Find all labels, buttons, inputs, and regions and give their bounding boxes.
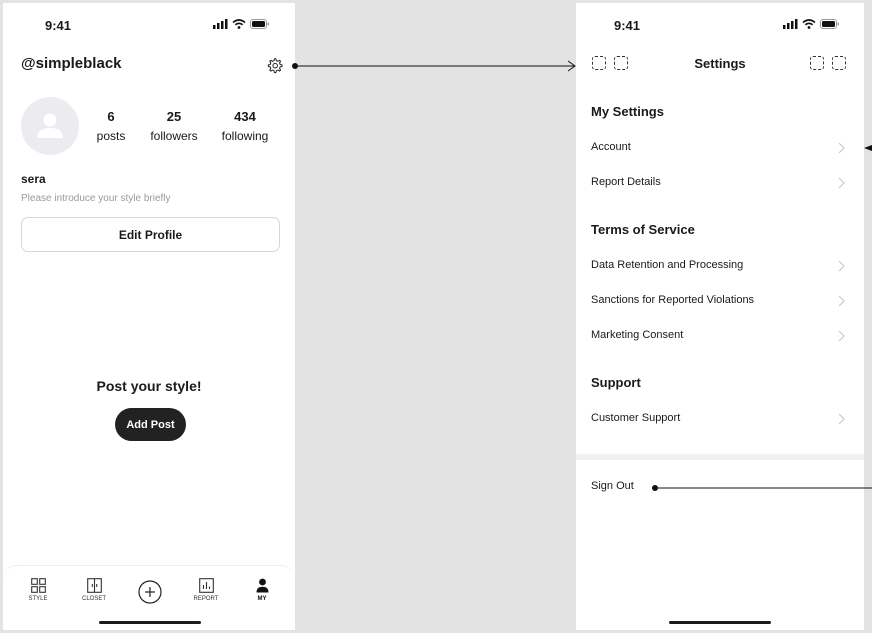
settings-item-label: Marketing Consent [591,329,684,341]
settings-item-account[interactable]: Account [576,131,864,165]
tab-style[interactable]: STYLE [18,578,58,602]
tab-style-label: STYLE [28,596,48,602]
settings-item-label: Customer Support [591,412,681,424]
status-time: 9:41 [614,18,641,33]
placeholder-icon[interactable] [832,56,846,70]
avatar[interactable] [21,97,79,155]
chart-icon [198,578,214,593]
settings-item-customer-support[interactable]: Customer Support [576,402,864,436]
stat-following[interactable]: 434 following [217,109,273,143]
stat-posts-label: posts [96,129,126,143]
profile-name: sera [21,172,46,186]
person-icon [256,578,268,593]
status-icons [213,19,270,29]
battery-icon [250,19,269,29]
chevron-right-icon [838,295,845,307]
wifi-icon [802,19,816,29]
gear-icon[interactable] [266,57,283,74]
tab-closet[interactable]: CLOSET [74,578,114,602]
connector-gear-to-settings [292,60,576,72]
home-indicator [669,621,771,624]
tab-closet-label: CLOSET [81,596,106,602]
tab-report[interactable]: REPORT [186,578,226,602]
status-icons [783,19,840,29]
settings-screen: 9:41 Settings My Settings Account Report… [576,3,864,630]
stat-followers-value: 25 [166,109,182,124]
tab-my[interactable]: MY [242,578,282,602]
home-indicator [99,621,201,624]
chevron-right-icon [838,142,845,154]
sign-out-button[interactable]: Sign Out [591,480,634,492]
profile-username: @simpleblack [21,55,122,72]
section-divider [576,454,864,460]
placeholder-icon[interactable] [810,56,824,70]
battery-icon [820,19,839,29]
settings-item-marketing-consent[interactable]: Marketing Consent [576,319,864,353]
stat-followers[interactable]: 25 followers [146,109,202,143]
signal-icon [213,19,228,29]
settings-item-report-details[interactable]: Report Details [576,166,864,200]
profile-bio: Please introduce your style briefly [21,193,171,204]
profile-screen: 9:41 @simpleblack 6 posts 25 followers 4… [3,3,295,630]
grid-icon [30,578,46,593]
settings-item-label: Account [591,141,631,153]
settings-item-data-retention[interactable]: Data Retention and Processing [576,249,864,283]
chevron-right-icon [838,330,845,342]
tab-report-label: REPORT [193,596,219,602]
section-title: Support [591,375,641,390]
stat-followers-label: followers [150,129,198,143]
settings-item-label: Data Retention and Processing [591,259,744,271]
tab-my-label: MY [257,596,267,602]
avatar-person-icon [37,113,63,138]
edit-profile-button[interactable]: Edit Profile [21,217,280,252]
chevron-right-icon [838,413,845,425]
chevron-right-icon [838,177,845,189]
closet-icon [86,578,102,593]
section-title: My Settings [591,104,664,119]
connector-account-offscreen [864,145,872,151]
stat-following-value: 434 [234,109,256,124]
settings-item-sanctions[interactable]: Sanctions for Reported Violations [576,284,864,318]
signal-icon [783,19,798,29]
status-time: 9:41 [45,18,72,33]
settings-item-label: Sanctions for Reported Violations [591,294,755,306]
empty-state-title: Post your style! [96,378,202,394]
plus-circle-icon[interactable] [138,580,162,604]
stat-posts-value: 6 [107,109,115,124]
settings-item-label: Report Details [591,176,661,188]
tab-bar: STYLE CLOSET REPORT MY [3,565,295,630]
section-title: Terms of Service [591,222,695,237]
chevron-right-icon [838,260,845,272]
add-post-button[interactable]: Add Post [115,408,186,441]
stat-following-label: following [221,129,269,143]
wifi-icon [232,19,246,29]
header-right-icons [810,56,846,70]
stat-posts[interactable]: 6 posts [93,109,129,143]
